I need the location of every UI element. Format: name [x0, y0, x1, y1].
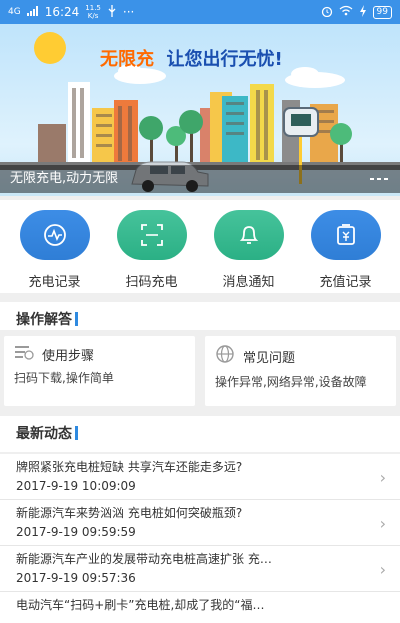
charge-record-button[interactable]: 充电记录	[9, 200, 101, 293]
alarm-icon	[321, 5, 333, 20]
chevron-right-icon: ›	[379, 514, 386, 533]
battery-indicator: 99	[372, 5, 392, 19]
news-section-title: 最新动态	[0, 416, 400, 452]
sun-icon	[34, 32, 66, 64]
usage-steps-card[interactable]: 使用步骤 扫码下载,操作简单	[4, 336, 195, 406]
quick-actions: 充电记录 扫码充电 消息通知 充值记录	[0, 200, 400, 293]
scan-icon	[116, 210, 187, 260]
bell-icon	[213, 210, 284, 260]
pulse-icon	[19, 210, 90, 260]
network-speed: 11.5 K/s	[85, 4, 101, 20]
chevron-right-icon: ›	[379, 560, 386, 579]
news-item[interactable]: 新能源汽车来势汹汹 充电桩如何突破瓶颈? 2017-9-19 09:59:59 …	[0, 500, 400, 546]
carousel-indicator	[370, 178, 388, 180]
signal-icon	[26, 5, 39, 19]
news-list: 牌照紧张充电桩短缺 共享汽车还能走多远? 2017-9-19 10:09:09 …	[0, 454, 400, 623]
network-indicator: 4G	[8, 6, 21, 17]
banner-title: 无限充 让您出行无忧!	[100, 49, 283, 70]
usb-icon	[107, 4, 117, 20]
help-cards: 使用步骤 扫码下载,操作简单 常见问题 操作异常,网络异常,设备故障	[0, 330, 400, 408]
steps-icon	[14, 344, 34, 364]
news-item[interactable]: 电动汽车“扫码+刷卡”充电桩,却成了我的“福…	[0, 592, 400, 623]
news-item[interactable]: 牌照紧张充电桩短缺 共享汽车还能走多远? 2017-9-19 10:09:09 …	[0, 454, 400, 500]
yen-icon	[310, 210, 381, 260]
banner-caption: 无限充电,动力无限	[0, 165, 400, 193]
message-notice-button[interactable]: 消息通知	[203, 200, 295, 293]
news-item[interactable]: 新能源汽车产业的发展带动充电桩高速扩张 充… 2017-9-19 09:57:3…	[0, 546, 400, 592]
more-notifications: ···	[122, 5, 135, 19]
bolt-icon	[359, 4, 367, 20]
topup-record-button[interactable]: 充值记录	[300, 200, 392, 293]
globe-icon	[215, 344, 235, 368]
clock: 16:24	[44, 5, 80, 19]
wifi-icon	[339, 5, 353, 19]
status-bar: 4G 16:24 11.5 K/s ··· 99	[0, 0, 400, 24]
chevron-right-icon: ›	[379, 468, 386, 487]
scan-charge-button[interactable]: 扫码充电	[106, 200, 198, 293]
faq-card[interactable]: 常见问题 操作异常,网络异常,设备故障	[205, 336, 396, 406]
promo-banner[interactable]: 无限充 让您出行无忧! 无限充电,动力无限	[0, 24, 400, 196]
